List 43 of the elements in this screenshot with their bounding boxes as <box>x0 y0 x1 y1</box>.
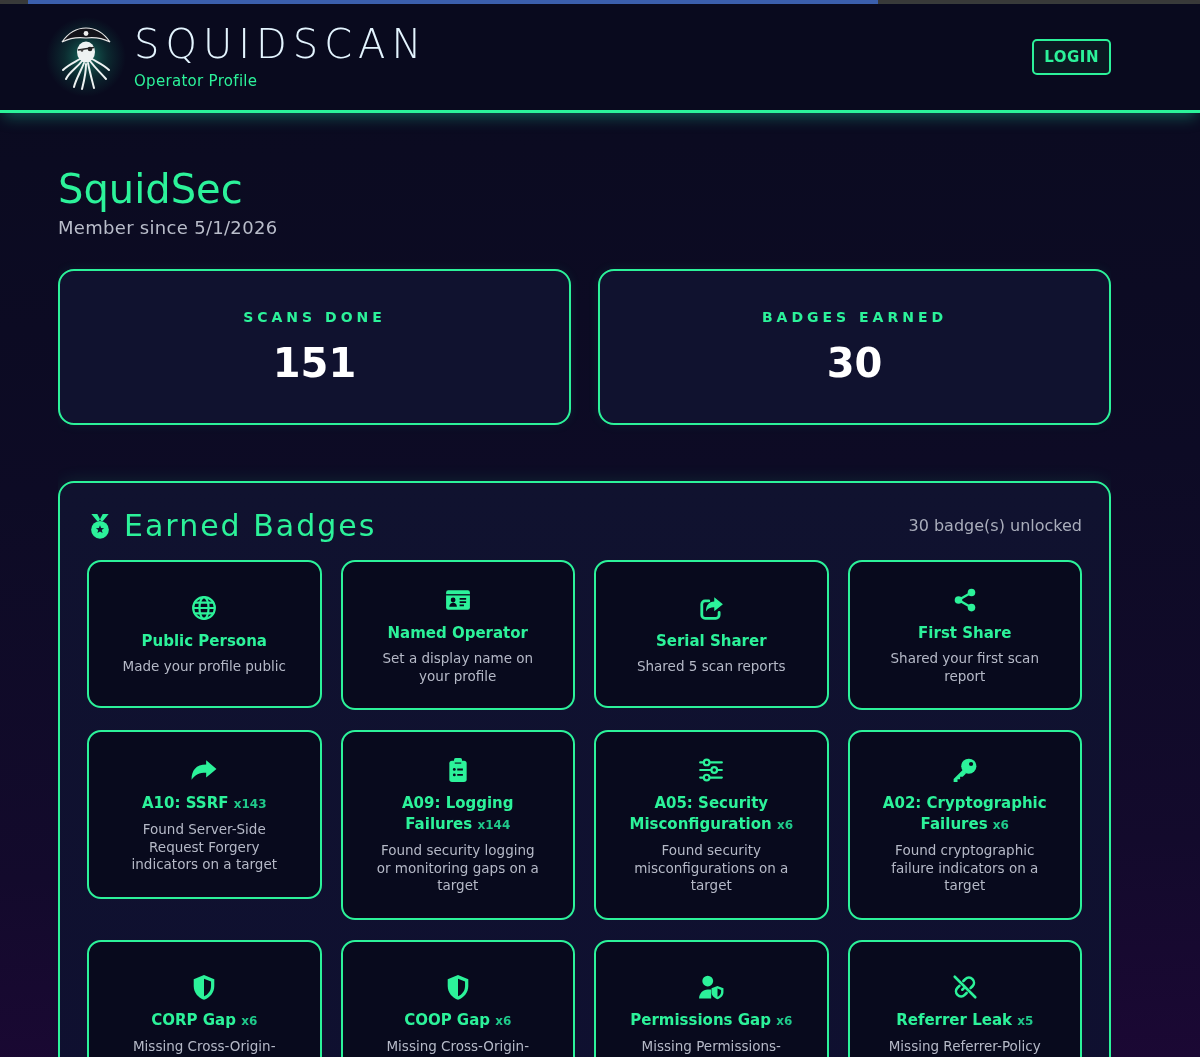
key-icon <box>951 757 978 783</box>
badge-description: Found security logging or monitoring gaps on a target <box>375 842 540 895</box>
page-subtitle: Operator Profile <box>134 72 258 90</box>
stat-label: BADGES EARNED <box>761 308 948 326</box>
badge-title: Referrer Leak x5 <box>896 1009 1034 1031</box>
badge-title: COOP Gap x6 <box>404 1009 512 1031</box>
badge-description: Missing Referrer-Policy <box>888 1037 1041 1056</box>
badge-title: Serial Sharer <box>655 630 767 652</box>
badge-description: Missing Cross-Origin- <box>132 1037 276 1056</box>
badge-description: Shared your first scan report <box>889 650 1040 685</box>
id-card-icon <box>444 587 471 613</box>
badge-description: Found security misconfigurations on a target <box>633 842 790 895</box>
globe-icon <box>191 594 218 621</box>
badge-title: A10: SSRF x143 <box>142 793 267 814</box>
login-button[interactable]: LOGIN <box>1032 39 1111 75</box>
user-shield-icon <box>698 973 725 1000</box>
badge-description: Missing Permissions- <box>641 1037 781 1056</box>
squid-logo-icon <box>46 17 126 97</box>
badge-description: Missing Cross-Origin- <box>386 1037 530 1056</box>
sliders-icon <box>698 757 725 783</box>
badge-title: First Share <box>918 623 1012 644</box>
badge-description: Set a display name on your profile <box>381 650 535 685</box>
badge-summary: 30 badge(s) unlocked <box>908 516 1082 536</box>
box-arrow-icon <box>698 594 725 621</box>
badge-description: Shared 5 scan reports <box>636 657 786 676</box>
badge-title: A02: Cryptographic Failures x6 <box>881 793 1048 835</box>
badge-title: CORP Gap x6 <box>151 1009 258 1031</box>
link-slash-icon <box>951 973 978 1000</box>
section-title: Earned Badges <box>124 507 377 545</box>
stat-label: SCANS DONE <box>243 308 386 326</box>
badge-description: Found Server-Side Request Forgery indicators on a target <box>130 821 278 874</box>
member-since-text: Member since 5/1/2026 <box>58 217 278 239</box>
stat-value: 151 <box>272 340 357 386</box>
badge-description: Made your profile public <box>122 657 286 676</box>
badge-title: Public Persona <box>141 630 267 652</box>
badge-description: Found cryptographic failure indicators on a target <box>890 842 1040 895</box>
badge-title: A09: Logging Failures x144 <box>400 793 515 835</box>
badge-title: Named Operator <box>387 623 528 644</box>
app-title: SQUIDSCAN <box>134 24 428 64</box>
badge-title: Permissions Gap x6 <box>630 1009 793 1031</box>
badge-title: A05: Security Misconfiguration x6 <box>628 793 795 835</box>
profile-name: SquidSec <box>58 165 243 213</box>
stat-value: 30 <box>826 340 883 386</box>
